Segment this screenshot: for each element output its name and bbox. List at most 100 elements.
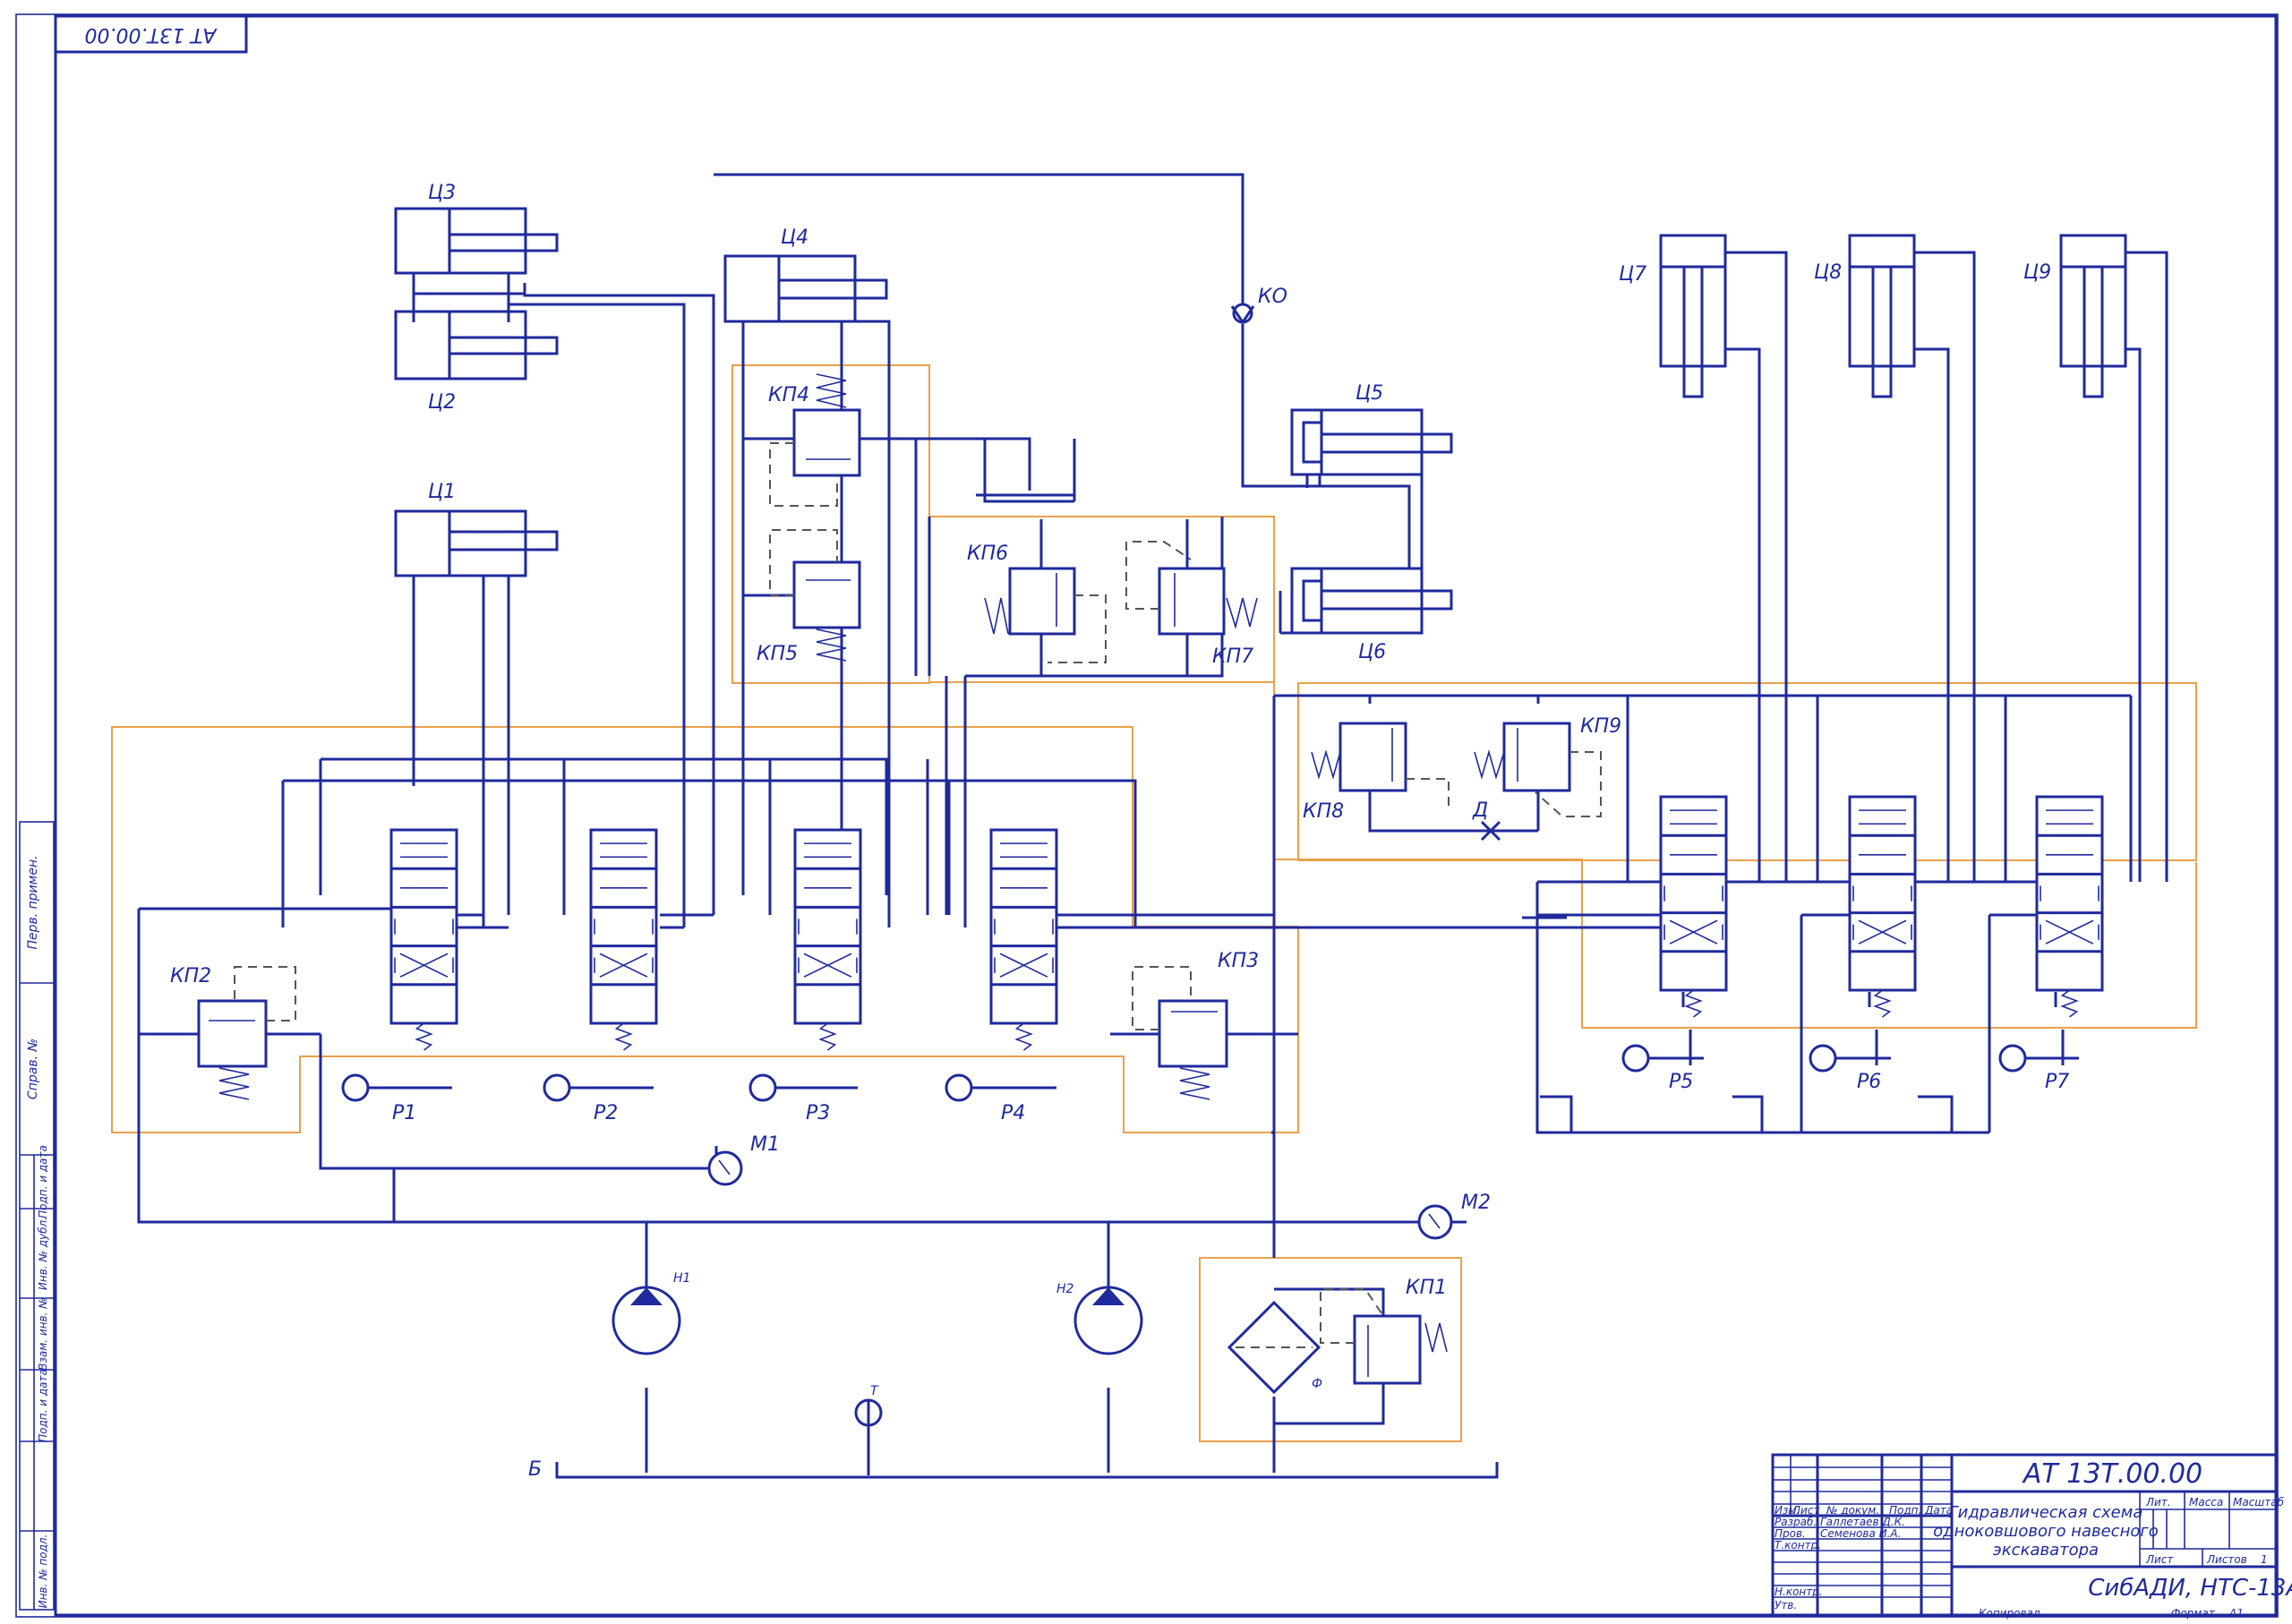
pump-return-circle (1621, 1044, 1650, 1073)
pump-return-circle (543, 1073, 571, 1102)
tb-title-2: одноковшового навесного (1933, 1522, 2159, 1541)
pump-return-circle (1809, 1044, 1837, 1073)
cylinder-c7: Ц7 (1619, 234, 1727, 398)
cylinder-c2: Ц2 (394, 310, 559, 414)
cylinder-c4: Ц4 (723, 227, 888, 323)
cylinder-c3: Ц3 (394, 182, 559, 322)
m1-label: М1 (750, 1133, 780, 1156)
tb-nkontr: Н.контр. (1775, 1586, 1823, 1598)
tb-tkontr: Т.контр. (1775, 1539, 1821, 1551)
kp9-label: КП9 (1580, 715, 1621, 738)
tb-utv: Утв. (1775, 1599, 1797, 1611)
r1-label: Р1 (392, 1102, 416, 1124)
tb-list-col: Лист (1792, 1504, 1820, 1517)
side-strip-label: Подп. и дата (37, 1369, 49, 1442)
cylinder-c6: Ц6 (1290, 567, 1453, 663)
pump-return-circle (748, 1073, 777, 1102)
side-strip-label: Перв. примен. (26, 855, 40, 949)
tank-label: Б (528, 1458, 542, 1481)
top-stamp-code: АТ 13Т.00.00 (85, 23, 218, 46)
kp6-label: КП6 (967, 543, 1008, 565)
tb-lit: Лит. (2145, 1496, 2171, 1509)
filter-f: Ф (1227, 1300, 1322, 1395)
r3-label: Р3 (806, 1102, 830, 1124)
c8-label: Ц8 (1814, 261, 1842, 284)
c5-label: Ц5 (1356, 382, 1383, 405)
tb-masshtab: Масштаб (2233, 1496, 2285, 1509)
tb-title-3: экскаватора (1993, 1541, 2099, 1560)
pump-return-circle (945, 1073, 973, 1102)
valve-r6 (1809, 795, 1917, 1073)
kp1-label: КП1 (1406, 1277, 1447, 1299)
r5-label: Р5 (1669, 1071, 1693, 1093)
pump-return-circle (341, 1073, 370, 1102)
valve-kp6: КП6 (967, 519, 1107, 676)
pump-h2: Н2 (1056, 1282, 1143, 1355)
tb-listov: Листов (2206, 1553, 2247, 1566)
tb-title-1: Гидравлическая схема (1949, 1503, 2143, 1522)
t-label: Т (870, 1384, 879, 1398)
outer-border (15, 13, 2279, 1618)
side-strip: Перв. примен. Справ. № Подп. и дата Инв.… (19, 821, 55, 1611)
top-stamp: АТ 13Т.00.00 (54, 14, 248, 54)
valve-kp7: КП7 (1125, 519, 1258, 676)
cylinder-c8: Ц8 (1814, 234, 1916, 398)
filter-label: Ф (1312, 1377, 1322, 1391)
side-strip-label: Подп. и дата (37, 1145, 49, 1218)
title-block: АТ 13Т.00.00 Гидравлическая схема одноко… (1771, 1453, 2292, 1620)
kp4-label: КП4 (768, 384, 809, 406)
side-strip-label: Справ. № (26, 1039, 40, 1099)
h2-label: Н2 (1056, 1282, 1074, 1296)
tb-code: АТ 13Т.00.00 (2022, 1458, 2202, 1490)
tb-format: Формат (2171, 1607, 2216, 1620)
c1-label: Ц1 (428, 481, 456, 503)
kp2-label: КП2 (170, 965, 211, 987)
pump-h1: Н1 (611, 1271, 690, 1355)
r6-label: Р6 (1857, 1071, 1881, 1093)
valve-kp8: КП8 (1303, 722, 1450, 823)
c2-label: Ц2 (428, 391, 456, 414)
hydraulic-scheme: АТ 13Т.00.00 Перв. примен. Справ. № Подп… (15, 13, 2292, 1620)
tb-razrab: Разраб. (1775, 1516, 1817, 1528)
cylinder-c9: Ц9 (2023, 234, 2127, 398)
valve-kp9: КП9 (1474, 715, 1621, 817)
gauge-m1: М1 (707, 1133, 780, 1186)
section-labels: Р1 Р2 Р3 Р4 Р5 Р6 Р7 (392, 1071, 2069, 1124)
c3-label: Ц3 (428, 182, 456, 204)
tb-format-value: А1 (2228, 1607, 2244, 1620)
drawing-frame (54, 14, 2278, 1617)
valve-r1 (341, 828, 458, 1102)
valve-r7 (1998, 795, 2104, 1073)
h1-label: Н1 (673, 1271, 690, 1286)
cylinder-c5: Ц5 (1290, 382, 1453, 476)
cylinder-c1: Ц1 (394, 481, 559, 577)
valve-r4 (945, 828, 1058, 1102)
tb-massa: Масса (2189, 1496, 2223, 1509)
side-strip-label: Взам. инв. № (37, 1297, 49, 1370)
tb-kopiroval: Копировал (1979, 1607, 2040, 1620)
d-label: Д (1472, 799, 1488, 822)
r2-label: Р2 (594, 1102, 618, 1124)
c4-label: Ц4 (781, 227, 808, 249)
throttle-d: Д (1472, 799, 1501, 842)
side-strip-label: Инв. № дубл. (37, 1217, 49, 1290)
valve-r3 (748, 828, 862, 1102)
tb-org: СибАДИ, НТС-13А1 (2088, 1575, 2292, 1602)
tb-razrab-name: Галлетаев Д.К. (1820, 1516, 1905, 1528)
tb-data-col: Дата (1924, 1504, 1953, 1517)
tb-listov-value: 1 (2261, 1553, 2268, 1566)
tb-list: Лист (2145, 1553, 2174, 1566)
tank-line: Б (528, 1458, 1499, 1481)
check-valve-ko: КО (1230, 286, 1287, 325)
r7-label: Р7 (2045, 1071, 2069, 1093)
tb-prov-name: Семенова И.А. (1820, 1527, 1901, 1540)
tb-podp-col: Подп. (1889, 1504, 1921, 1517)
valve-r5 (1621, 795, 1728, 1073)
side-strip-label: Инв. № подл. (37, 1534, 49, 1609)
c6-label: Ц6 (1358, 641, 1386, 663)
kp8-label: КП8 (1303, 800, 1344, 823)
tb-prov: Пров. (1775, 1527, 1806, 1540)
kp3-label: КП3 (1218, 950, 1259, 972)
valve-kp2: КП2 (170, 965, 296, 1100)
pump-return-circle (1998, 1044, 2027, 1073)
